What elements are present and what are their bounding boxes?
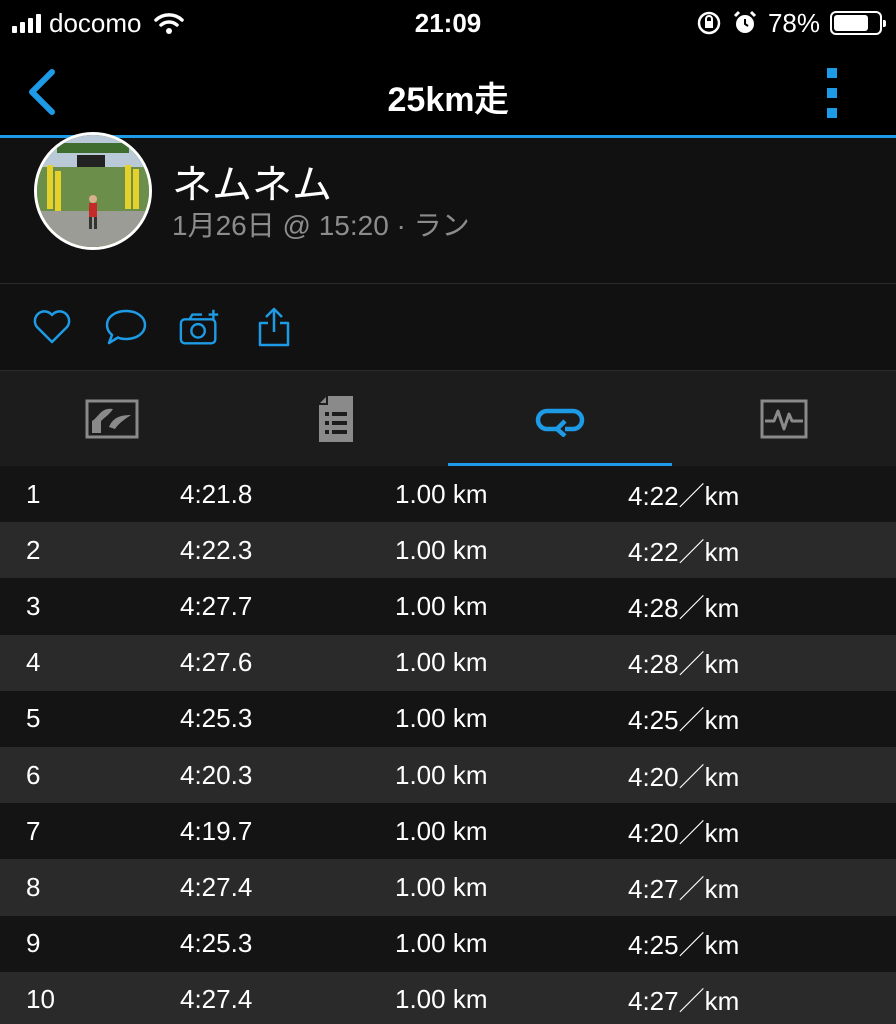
lap-pace: 4:25／km — [628, 930, 740, 961]
lap-time: 4:22.3 — [180, 534, 253, 565]
lap-pace: 4:20／km — [628, 761, 740, 792]
lap-row[interactable]: 1 4:21.8 1.00 km 4:22／km — [0, 466, 896, 523]
social-actions — [0, 284, 896, 370]
lap-row[interactable]: 4 4:27.6 1.00 km 4:28／km — [0, 634, 896, 691]
avatar-image — [37, 135, 149, 247]
lap-pace: 4:27／km — [628, 986, 740, 1017]
lap-distance: 1.00 km — [395, 815, 488, 846]
more-dot — [827, 68, 837, 78]
lap-pace: 4:25／km — [628, 705, 740, 736]
lap-distance: 1.00 km — [395, 759, 488, 790]
lap-distance: 1.00 km — [395, 534, 488, 565]
lap-distance: 1.00 km — [395, 703, 488, 734]
lap-pace: 4:28／km — [628, 649, 740, 680]
lap-number: 6 — [26, 759, 41, 790]
laps-icon — [535, 408, 585, 437]
share-icon — [258, 307, 290, 347]
lap-number: 9 — [26, 928, 41, 959]
add-photo-button[interactable] — [178, 305, 222, 349]
lap-row[interactable]: 9 4:25.3 1.00 km 4:25／km — [0, 915, 896, 972]
lap-distance: 1.00 km — [395, 984, 488, 1015]
document-icon — [319, 396, 353, 442]
lap-time: 4:20.3 — [180, 759, 253, 790]
activity-profile: ネムネム 1月26日 @ 15:20 · ラン — [0, 132, 896, 284]
battery-percent: 78% — [767, 7, 820, 38]
lap-row[interactable]: 5 4:25.3 1.00 km 4:25／km — [0, 690, 896, 747]
lap-pace: 4:22／km — [628, 480, 740, 511]
lap-time: 4:27.6 — [180, 647, 253, 678]
laps-table: 1 4:21.8 1.00 km 4:22／km 2 4:22.3 1.00 km 4:22／… — [0, 466, 896, 1024]
lap-distance: 1.00 km — [395, 871, 488, 902]
lap-distance: 1.00 km — [395, 590, 488, 621]
lap-distance: 1.00 km — [395, 928, 488, 959]
lap-pace: 4:20／km — [628, 817, 740, 848]
lap-number: 10 — [26, 984, 55, 1015]
tab-details[interactable] — [224, 371, 448, 467]
alarm-icon — [733, 10, 757, 33]
app-header: 25km走 — [0, 46, 896, 138]
lap-row[interactable]: 10 4:27.4 1.00 km 4:27／km — [0, 971, 896, 1024]
tab-laps[interactable] — [448, 371, 672, 467]
more-dot — [827, 88, 837, 98]
page-title: 25km走 — [387, 81, 509, 119]
detail-tabs — [0, 370, 896, 467]
orientation-lock-icon — [697, 11, 721, 35]
tab-overview[interactable] — [0, 371, 224, 467]
lap-pace: 4:28／km — [628, 592, 740, 623]
lap-time: 4:27.4 — [180, 871, 253, 902]
lap-row[interactable]: 6 4:20.3 1.00 km 4:20／km — [0, 746, 896, 804]
lap-row[interactable]: 7 4:19.7 1.00 km 4:20／km — [0, 803, 896, 860]
lap-time: 4:25.3 — [180, 928, 253, 959]
user-name[interactable]: ネムネム — [172, 152, 332, 210]
more-dot — [827, 108, 837, 118]
chart-icon — [85, 399, 139, 439]
lap-row[interactable]: 3 4:27.7 1.00 km 4:28／km — [0, 578, 896, 635]
tab-heart-rate[interactable] — [672, 371, 896, 467]
heart-icon — [33, 310, 71, 344]
camera-add-icon — [179, 309, 219, 345]
lap-number: 1 — [26, 478, 41, 509]
lap-row[interactable]: 2 4:22.3 1.00 km 4:22／km — [0, 522, 896, 579]
lap-number: 2 — [26, 534, 41, 565]
lap-pace: 4:27／km — [628, 873, 740, 904]
lap-time: 4:27.7 — [180, 590, 253, 621]
lap-time: 4:27.4 — [180, 984, 253, 1015]
status-right: 78% — [696, 7, 886, 38]
lap-number: 3 — [26, 590, 41, 621]
lap-pace: 4:22／km — [628, 536, 740, 567]
like-button[interactable] — [30, 305, 74, 349]
share-button[interactable] — [252, 305, 296, 349]
avatar[interactable] — [34, 132, 152, 250]
battery-icon — [830, 11, 886, 35]
lap-time: 4:21.8 — [180, 478, 253, 509]
lap-distance: 1.00 km — [395, 647, 488, 678]
lap-distance: 1.00 km — [395, 478, 488, 509]
lap-time: 4:19.7 — [180, 815, 253, 846]
lap-number: 7 — [26, 815, 41, 846]
lap-number: 4 — [26, 647, 41, 678]
more-options-button[interactable] — [824, 68, 840, 118]
comment-icon — [105, 309, 147, 345]
heart-rate-icon — [760, 399, 808, 439]
lap-number: 8 — [26, 871, 41, 902]
activity-meta: 1月26日 @ 15:20 · ラン — [172, 210, 470, 241]
status-bar: docomo 21:09 78% — [0, 0, 896, 46]
lap-row[interactable]: 8 4:27.4 1.00 km 4:27／km — [0, 859, 896, 916]
comment-button[interactable] — [104, 305, 148, 349]
battery-fill — [834, 15, 869, 31]
lap-time: 4:25.3 — [180, 703, 253, 734]
lap-number: 5 — [26, 703, 41, 734]
